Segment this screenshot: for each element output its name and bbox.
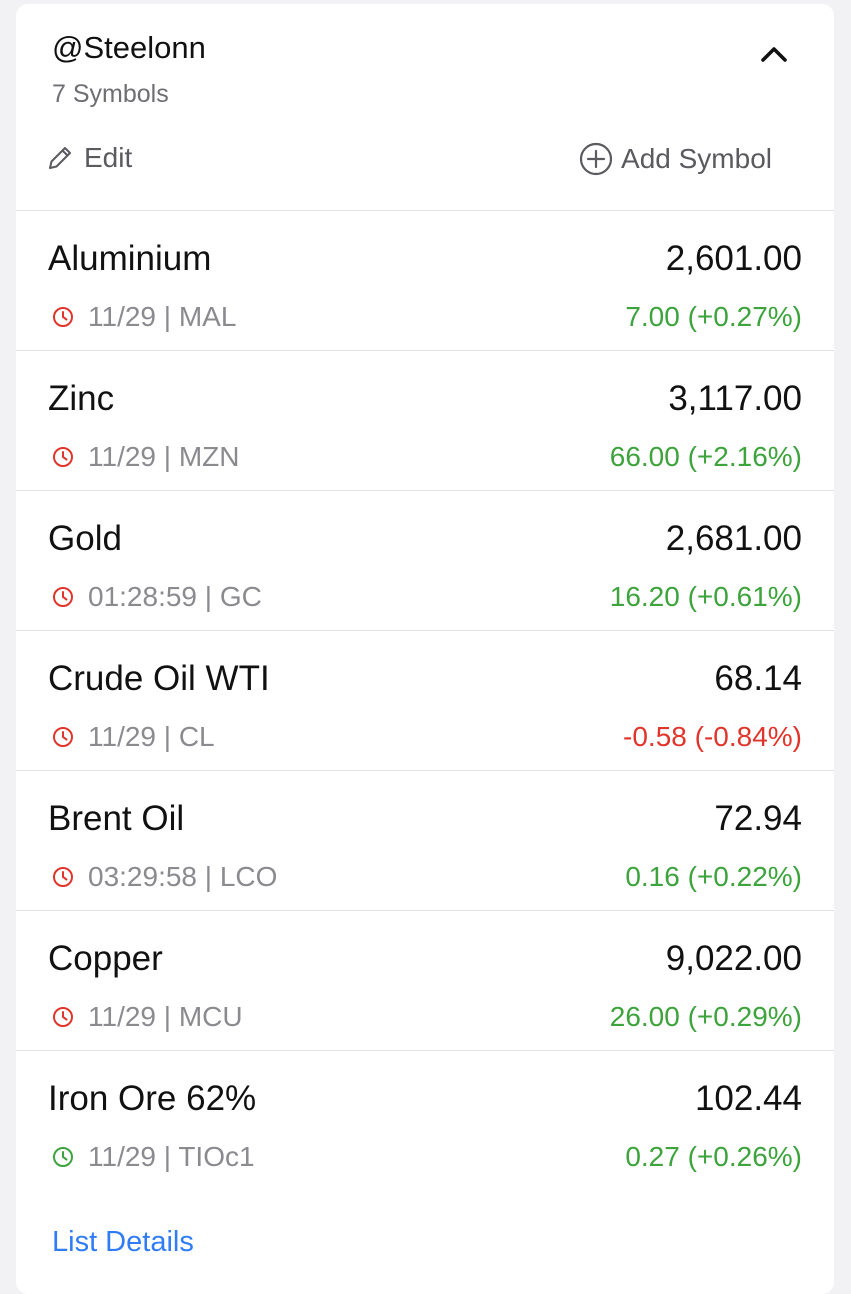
add-symbol-button[interactable]: Add Symbol — [579, 142, 772, 176]
watchlist-title: @Steelonn — [52, 30, 206, 65]
symbol-meta: 11/29 | CL — [52, 721, 215, 753]
symbol-price: 9,022.00 — [665, 939, 802, 978]
symbol-time-ticker: 01:28:59 | GC — [88, 581, 262, 612]
chevron-up-icon — [761, 47, 787, 62]
symbol-price: 3,117.00 — [668, 379, 802, 418]
clock-icon — [53, 587, 73, 607]
symbol-meta: 11/29 | MAL — [52, 301, 236, 333]
symbol-meta: 11/29 | TIOc1 — [52, 1141, 255, 1173]
symbol-row[interactable]: Aluminium 2,601.00 11/29 | MAL 7.00 (+0.… — [16, 211, 834, 351]
symbol-name: Copper — [48, 939, 163, 978]
symbol-time-ticker: 11/29 | CL — [88, 721, 215, 752]
clock-icon — [53, 1147, 73, 1167]
symbol-price: 68.14 — [714, 659, 802, 698]
symbol-change: 26.00 (+0.29%) — [609, 1001, 802, 1032]
symbol-meta: 03:29:58 | LCO — [52, 861, 277, 893]
edit-button[interactable]: Edit — [46, 142, 132, 174]
symbol-time-ticker: 11/29 | TIOc1 — [88, 1141, 255, 1172]
symbol-time-ticker: 11/29 | MCU — [88, 1001, 243, 1032]
symbol-meta: 11/29 | MCU — [52, 1001, 243, 1033]
clock-icon — [53, 727, 73, 747]
symbol-time-ticker: 11/29 | MZN — [88, 441, 240, 472]
symbol-name: Brent Oil — [48, 799, 185, 838]
symbol-change: 0.16 (+0.22%) — [625, 861, 802, 892]
symbol-meta: 01:28:59 | GC — [52, 581, 262, 613]
symbol-row[interactable]: Crude Oil WTI 68.14 11/29 | CL -0.58 (-0… — [16, 631, 834, 771]
symbol-list: Aluminium 2,601.00 11/29 | MAL 7.00 (+0.… — [16, 211, 834, 1190]
symbol-change: 16.20 (+0.61%) — [609, 581, 802, 612]
symbol-name: Gold — [48, 519, 122, 558]
symbol-change: 0.27 (+0.26%) — [625, 1141, 802, 1172]
symbol-change: -0.58 (-0.84%) — [623, 721, 802, 752]
symbol-meta: 11/29 | MZN — [52, 441, 239, 473]
collapse-button[interactable] — [754, 34, 794, 74]
list-details-link[interactable]: List Details — [52, 1226, 194, 1259]
symbol-row[interactable]: Gold 2,681.00 01:28:59 | GC 16.20 (+0.61… — [16, 491, 834, 631]
symbol-row[interactable]: Brent Oil 72.94 03:29:58 | LCO 0.16 (+0.… — [16, 771, 834, 911]
clock-icon — [53, 447, 73, 467]
symbol-row[interactable]: Copper 9,022.00 11/29 | MCU 26.00 (+0.29… — [16, 911, 834, 1051]
symbol-change: 66.00 (+2.16%) — [609, 441, 802, 472]
add-symbol-label: Add Symbol — [621, 143, 772, 174]
clock-icon — [53, 867, 73, 887]
pencil-icon — [49, 147, 71, 169]
symbol-name: Aluminium — [48, 239, 212, 278]
symbol-name: Iron Ore 62% — [48, 1079, 257, 1118]
watchlist-card: @Steelonn 7 Symbols Edit Add Symbol Alum… — [16, 4, 834, 1294]
symbol-change: 7.00 (+0.27%) — [625, 301, 802, 332]
symbol-price: 72.94 — [714, 799, 802, 838]
edit-label: Edit — [84, 142, 133, 173]
symbol-count: 7 Symbols — [52, 80, 169, 108]
symbol-name: Crude Oil WTI — [48, 659, 270, 698]
symbol-price: 2,681.00 — [665, 519, 802, 558]
symbol-time-ticker: 03:29:58 | LCO — [88, 861, 278, 892]
symbol-price: 102.44 — [694, 1079, 802, 1118]
symbol-name: Zinc — [48, 379, 115, 418]
clock-icon — [53, 307, 73, 327]
plus-circle-icon — [579, 142, 613, 176]
symbol-row[interactable]: Zinc 3,117.00 11/29 | MZN 66.00 (+2.16%) — [16, 351, 834, 491]
clock-icon — [53, 1007, 73, 1027]
symbol-row[interactable]: Iron Ore 62% 102.44 11/29 | TIOc1 0.27 (… — [16, 1051, 834, 1190]
symbol-time-ticker: 11/29 | MAL — [88, 301, 237, 332]
watchlist-header: @Steelonn 7 Symbols Edit Add Symbol — [16, 4, 834, 211]
symbol-price: 2,601.00 — [665, 239, 802, 278]
